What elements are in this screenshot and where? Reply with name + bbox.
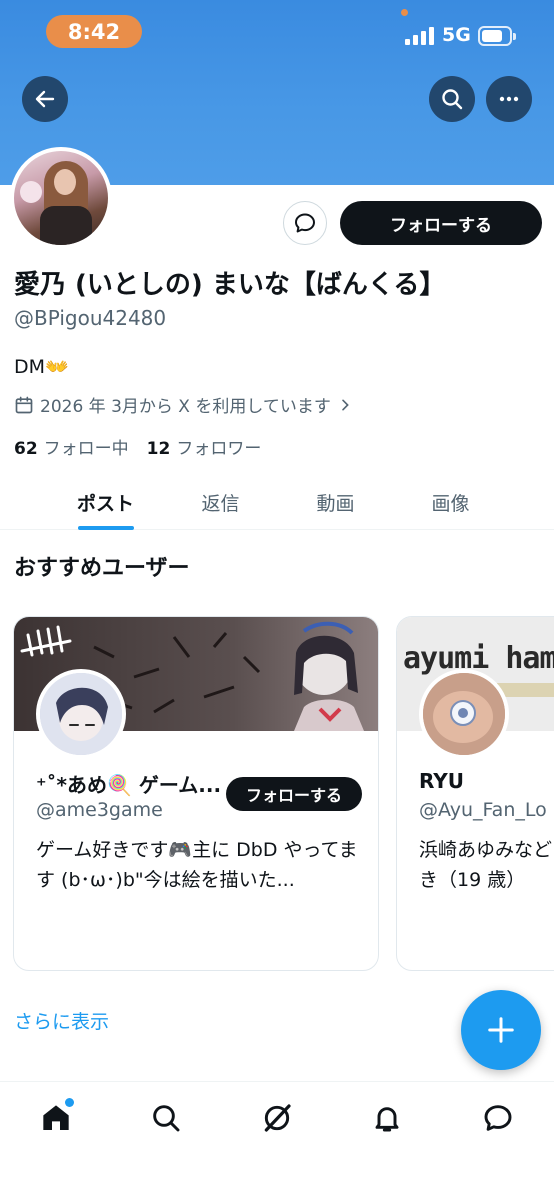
display-name: 愛乃 (いとしの) まいな【ばんくる】 [14, 270, 446, 300]
more-button[interactable] [486, 76, 532, 122]
bottom-nav [0, 1081, 554, 1200]
notification-dot [65, 1098, 74, 1107]
followers-count: 12 [146, 439, 171, 459]
suggestions-title: おすすめユーザー [14, 556, 190, 581]
nav-grok[interactable] [257, 1098, 297, 1138]
plus-icon [488, 1017, 514, 1043]
card-handle: @Ayu_Fan_Lo [419, 799, 547, 821]
message-icon [295, 213, 315, 233]
tab-posts[interactable]: ポスト [48, 474, 163, 530]
card-name: RYU [419, 769, 465, 793]
signal-icon [405, 27, 435, 45]
grok-icon [264, 1104, 291, 1132]
card-handle: @ame3game [36, 799, 163, 821]
card-name: ⁺˚*あめ🍭 ゲーム... [36, 773, 222, 797]
follow-button[interactable]: フォローする [340, 201, 542, 245]
battery-icon [478, 26, 516, 46]
chevron-right-icon [342, 399, 349, 410]
card-avatar [419, 669, 509, 759]
show-more-link[interactable]: さらに表示 [14, 1007, 109, 1034]
tab-images[interactable]: 画像 [393, 474, 508, 530]
tab-replies[interactable]: 返信 [163, 474, 278, 530]
back-button[interactable] [22, 76, 68, 122]
joined-text: 2026 年 3月から X を利用しています [40, 397, 331, 417]
status-bar: 8:42 5G [0, 0, 554, 60]
profile-tabs: ポスト 返信 動画 画像 [0, 474, 554, 530]
joined-date[interactable]: 2026 年 3月から X を利用しています [14, 392, 353, 417]
profile-avatar[interactable] [10, 147, 112, 249]
search-icon [442, 89, 463, 110]
card-bio: 浜崎あゆみなど き（19 歳） [419, 839, 553, 891]
nav-notifications[interactable] [367, 1098, 407, 1138]
profile-bio: DM👐 [14, 356, 69, 378]
followers-label: フォロワー [176, 439, 262, 459]
followers-link[interactable]: 12 フォロワー [147, 434, 262, 459]
tab-videos[interactable]: 動画 [278, 474, 393, 530]
follow-stats: 62 フォロー中 12 フォロワー [14, 434, 261, 459]
following-count: 62 [14, 439, 38, 459]
more-icon [499, 96, 519, 102]
following-link[interactable]: 62 フォロー中 [14, 434, 129, 459]
messages-icon [484, 1105, 512, 1131]
suggestion-card[interactable]: ⁺˚*あめ🍭 ゲーム... @ame3game フォローする ゲーム好きです🎮主… [13, 616, 379, 971]
nav-messages[interactable] [478, 1098, 518, 1138]
card-bio: ゲーム好きです🎮主に DbD やってます (b･ω･)b"今は絵を描いた... [36, 839, 358, 891]
nav-explore[interactable] [146, 1098, 186, 1138]
calendar-icon [15, 396, 33, 413]
suggestion-card[interactable]: ayumi hama RYU @Ayu_Fan_Lo 浜崎あゆみなど き（19 … [396, 616, 554, 971]
bell-icon [375, 1107, 399, 1132]
nav-home[interactable] [36, 1098, 76, 1138]
message-button[interactable] [283, 201, 327, 245]
status-time: 8:42 [46, 15, 142, 48]
card-avatar [36, 669, 126, 759]
user-handle: @BPigou42480 [14, 306, 167, 330]
following-label: フォロー中 [43, 439, 129, 459]
back-arrow-icon [35, 90, 55, 108]
network-type: 5G [442, 24, 471, 46]
card-follow-button[interactable]: フォローする [226, 777, 362, 811]
search-button[interactable] [429, 76, 475, 122]
privacy-indicator [401, 9, 408, 16]
compose-button[interactable] [461, 990, 541, 1070]
explore-icon [153, 1105, 180, 1132]
